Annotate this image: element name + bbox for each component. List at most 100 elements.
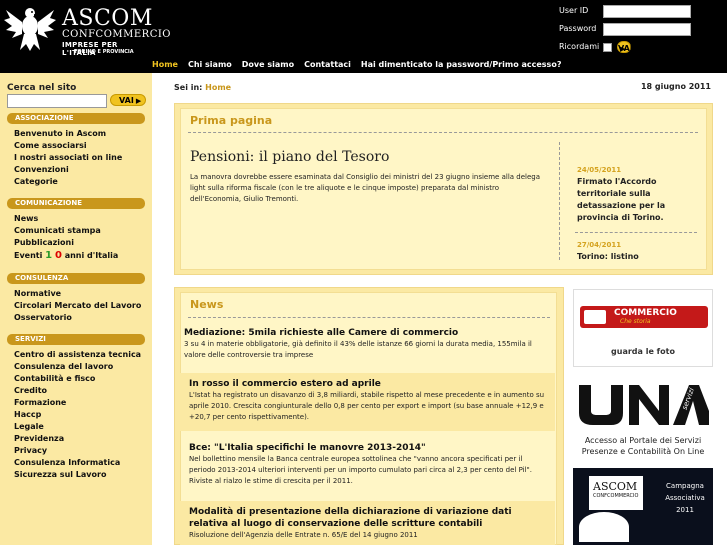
- eventi-digit-1: 1: [45, 250, 53, 261]
- sidebar-item-credito[interactable]: Credito: [14, 386, 47, 395]
- sidebar-item-normative[interactable]: Normative: [14, 289, 61, 298]
- side-news-date-1: 24/05/2011: [577, 166, 622, 174]
- user-id-label: User ID: [559, 6, 589, 15]
- section-consulenza: CONSULENZA: [7, 273, 145, 284]
- main-nav: Home Chi siamo Dove siamo Contattaci Hai…: [152, 60, 571, 73]
- password-label: Password: [559, 24, 597, 33]
- header-bar: ASCOM CONFCOMMERCIO IMPRESE PER L'ITALIA…: [0, 0, 727, 73]
- brand-sub: CONFCOMMERCIO: [62, 29, 171, 40]
- password-input[interactable]: [603, 23, 691, 36]
- login-submit-button[interactable]: VAI ▶: [617, 41, 633, 53]
- side-news-title-2[interactable]: Torino: listino: [577, 251, 639, 263]
- main-text: La manovra dovrebbe essere esaminata dal…: [190, 173, 541, 203]
- sidebar-item-categorie[interactable]: Categorie: [14, 177, 58, 186]
- search-input[interactable]: [7, 94, 107, 108]
- sidebar-item-osservatorio[interactable]: Osservatorio: [14, 313, 72, 322]
- sidebar-item-contabilita[interactable]: Contabilità e fisco: [14, 374, 95, 383]
- sidebar-item-benvenuto[interactable]: Benvenuto in Ascom: [14, 129, 106, 138]
- divider: [188, 317, 550, 318]
- sidebar-item-eventi[interactable]: Eventi 1 0 anni d'Italia: [14, 250, 118, 261]
- brand-region: TORINO E PROVINCIA: [74, 49, 134, 55]
- breadcrumb-prefix: Sei in:: [174, 83, 203, 92]
- ascom-banner-logo: ASCOM CONFCOMMERCIO: [589, 476, 643, 510]
- current-date: 18 giugno 2011: [640, 82, 711, 91]
- eventi-label: Eventi: [14, 251, 43, 260]
- campagna-line-3: 2011: [676, 506, 694, 514]
- nav-home[interactable]: Home: [152, 60, 178, 73]
- side-news-date-2: 27/04/2011: [577, 241, 622, 249]
- remember-checkbox[interactable]: [603, 43, 612, 52]
- banner-commercio[interactable]: COMMERCIO Che storia guarda le foto: [573, 289, 713, 367]
- sidebar-item-privacy[interactable]: Privacy: [14, 446, 47, 455]
- ascom-banner-logo-text: ASCOM: [593, 480, 638, 493]
- user-id-input[interactable]: [603, 5, 691, 18]
- ascom-banner-logo-sub: CONFCOMMERCIO: [593, 493, 639, 499]
- divider: [188, 132, 698, 133]
- commercio-logo-text: COMMERCIO: [614, 308, 677, 318]
- sidebar-item-sicurezza[interactable]: Sicurezza sul Lavoro: [14, 470, 106, 479]
- nav-contattaci[interactable]: Contattaci: [304, 60, 351, 73]
- commercio-logo: COMMERCIO Che storia: [580, 306, 708, 328]
- una-logo: servizi: [577, 381, 709, 427]
- news-text: 3 su 4 in materie obbligatorie, già defi…: [184, 340, 532, 359]
- remember-label: Ricordami: [559, 42, 600, 51]
- sidebar-item-pubblicazioni[interactable]: Pubblicazioni: [14, 238, 74, 247]
- main-headline[interactable]: Pensioni: il piano del Tesoro: [190, 149, 389, 165]
- news-text: L'Istat ha registrato un disavanzo di 3,…: [189, 391, 545, 421]
- news-text: Nel bollettino mensile la Banca centrale…: [189, 455, 532, 485]
- sidebar-item-news[interactable]: News: [14, 214, 38, 223]
- nav-dove-siamo[interactable]: Dove siamo: [242, 60, 294, 73]
- ascom-logo[interactable]: ASCOM CONFCOMMERCIO IMPRESE PER L'ITALIA…: [4, 4, 171, 57]
- news-title: News: [190, 298, 224, 311]
- search-label: Cerca nel sito: [7, 83, 77, 93]
- flag-icon: [584, 310, 606, 324]
- campagna-text: Campagna Associativa 2011: [663, 480, 707, 516]
- sidebar-item-haccp[interactable]: Haccp: [14, 410, 41, 419]
- news-item: Bce: "L'Italia specifichi le manovre 201…: [189, 442, 551, 487]
- divider: [575, 232, 697, 233]
- nav-chi-siamo[interactable]: Chi siamo: [188, 60, 232, 73]
- sidebar-item-consulenza-informatica[interactable]: Consulenza Informatica: [14, 458, 120, 467]
- sidebar-item-convenzioni[interactable]: Convenzioni: [14, 165, 69, 174]
- news-headline[interactable]: Mediazione: 5mila richieste alle Camere …: [184, 327, 554, 339]
- sidebar-item-previdenza[interactable]: Previdenza: [14, 434, 64, 443]
- breadcrumb-home-link[interactable]: Home: [205, 83, 231, 92]
- sidebar: Cerca nel sito VAI ▶ ASSOCIAZIONE Benvenu…: [0, 73, 152, 545]
- news-item: Modalità di presentazione della dichiara…: [189, 506, 551, 541]
- eventi-digit-2: 0: [54, 250, 62, 261]
- news-item: In rosso il commercio estero ad aprile L…: [189, 378, 551, 423]
- news-headline[interactable]: Bce: "L'Italia specifichi le manovre 201…: [189, 442, 551, 454]
- news-headline[interactable]: Modalità di presentazione della dichiara…: [189, 506, 551, 530]
- sidebar-item-formazione[interactable]: Formazione: [14, 398, 66, 407]
- arrow-right-icon: ▶: [620, 45, 626, 53]
- search-button-label: VAI: [119, 96, 134, 105]
- sidebar-item-comunicati[interactable]: Comunicati stampa: [14, 226, 101, 235]
- news-headline[interactable]: In rosso il commercio estero ad aprile: [189, 378, 551, 390]
- sidebar-item-come-associarsi[interactable]: Come associarsi: [14, 141, 87, 150]
- sidebar-item-consulenza-lavoro[interactable]: Consulenza del lavoro: [14, 362, 113, 371]
- side-news-title-1[interactable]: Firmato l'Accordo territoriale sulla det…: [577, 176, 689, 224]
- nav-password-recovery[interactable]: Hai dimenticato la password/Primo access…: [361, 60, 562, 73]
- news-text: Risoluzione dell'Agenzia delle Entrate n…: [189, 531, 418, 539]
- eagle-icon: [4, 8, 56, 51]
- banner-una-servizi[interactable]: servizi Accesso al Portale dei Servizi P…: [573, 377, 713, 465]
- arrow-right-icon: ▶: [135, 97, 142, 105]
- sidebar-item-legale[interactable]: Legale: [14, 422, 44, 431]
- eventi-suffix: anni d'Italia: [64, 251, 119, 260]
- section-associazione: ASSOCIAZIONE: [7, 113, 145, 124]
- eagle-icon: [579, 512, 629, 542]
- brand-name: ASCOM: [62, 6, 153, 31]
- banner-campagna[interactable]: ASCOM CONFCOMMERCIO Campagna Associativa…: [573, 468, 713, 545]
- banner-caption: Accesso al Portale dei Servizi Presenze …: [581, 436, 705, 456]
- commercio-logo-sub: Che storia: [620, 318, 651, 325]
- sidebar-item-assistenza-tecnica[interactable]: Centro di assistenza tecnica: [14, 350, 141, 359]
- campagna-line-1: Campagna: [666, 482, 704, 490]
- breadcrumb: Sei in: Home: [174, 83, 231, 92]
- sidebar-item-circolari[interactable]: Circolari Mercato del Lavoro: [14, 301, 141, 310]
- sidebar-item-associati-online[interactable]: I nostri associati on line: [14, 153, 122, 162]
- vertical-divider: [559, 142, 560, 260]
- news-item: Mediazione: 5mila richieste alle Camere …: [184, 327, 554, 361]
- search-button[interactable]: VAI ▶: [110, 94, 147, 106]
- banner-caption: guarda le foto: [611, 347, 675, 356]
- section-servizi: SERVIZI: [7, 334, 145, 345]
